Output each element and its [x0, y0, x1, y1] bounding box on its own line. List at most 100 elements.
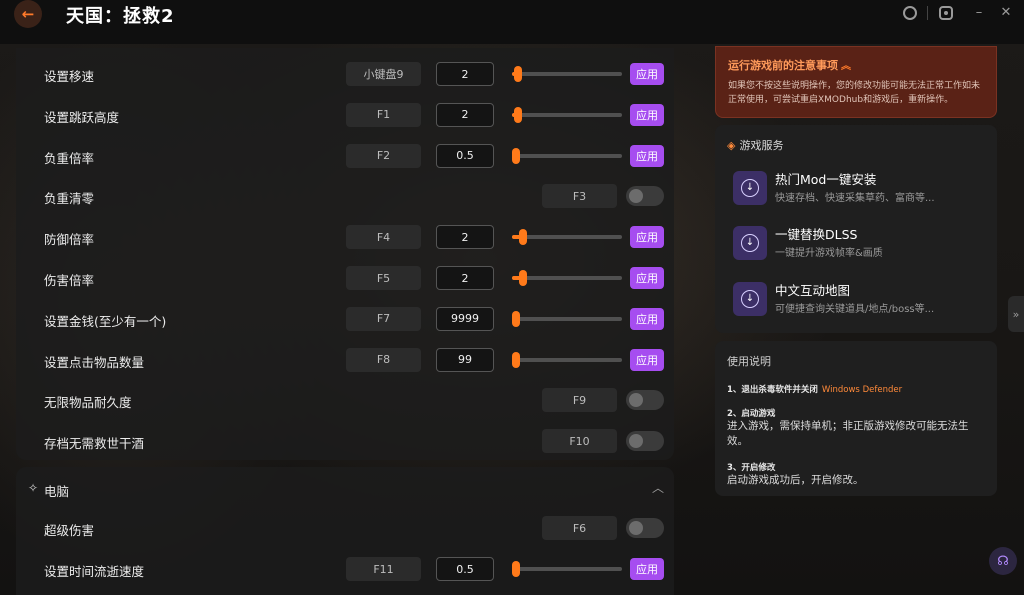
settings-icon[interactable]	[937, 4, 955, 22]
download-icon: ↓	[733, 282, 767, 316]
headset-icon[interactable]: ☊	[989, 547, 1017, 575]
value-input[interactable]: 2	[436, 62, 494, 86]
hotkey-button[interactable]: 小键盘9	[346, 62, 421, 86]
service-desc: 快速存档、快速采集草药、富商等...	[775, 193, 935, 204]
setting-label: 防御倍率	[44, 232, 95, 248]
apply-button[interactable]: 应用	[630, 558, 664, 580]
setting-label: 设置时间流逝速度	[44, 564, 145, 579]
slider-thumb[interactable]	[519, 270, 527, 286]
setting-label: 设置点击物品数量	[44, 354, 145, 370]
apply-button[interactable]: 应用	[630, 63, 664, 85]
close-button[interactable]: ✕	[997, 4, 1015, 22]
notice-title-text: 运行游戏前的注意事项	[728, 59, 838, 72]
service-item[interactable]: ↓ 热门Mod一键安装 快速存档、快速采集草药、富商等...	[733, 169, 983, 209]
usage-step-2: 2、启动游戏	[727, 409, 776, 419]
usage-step-1: 1、退出杀毒软件并关闭 Windows Defender	[727, 383, 985, 395]
setting-row: 设置时间流逝速度 F11 0.5 应用	[16, 555, 674, 585]
value-input[interactable]: 2	[436, 266, 494, 290]
apply-button[interactable]: 应用	[630, 103, 664, 126]
slider-track	[512, 357, 622, 362]
usage-step-2-body: 进入游戏，需保持单机；非正版游戏修改可能无法生效。	[727, 420, 969, 447]
value-slider[interactable]	[512, 106, 622, 123]
service-item[interactable]: ↓ 一键替换DLSS 一键提升游戏帧率&画质	[733, 224, 983, 264]
value-slider[interactable]	[512, 270, 622, 286]
apply-button[interactable]: 应用	[630, 226, 664, 249]
services-title: 游戏服务	[739, 139, 784, 152]
value-input[interactable]: 9999	[436, 306, 494, 331]
service-title: 中文互动地图	[775, 283, 851, 298]
app-title: 天国：拯救2	[66, 6, 175, 27]
hotkey-button[interactable]: F6	[542, 516, 617, 540]
setting-row: 伤害倍率 F5 2 应用	[16, 264, 674, 294]
hotkey-button[interactable]: F8	[346, 347, 421, 372]
slider-thumb[interactable]	[513, 66, 522, 82]
apply-button[interactable]: 应用	[630, 348, 664, 371]
toggle-knob	[629, 189, 643, 204]
toggle-switch[interactable]	[626, 518, 664, 538]
slider-thumb[interactable]	[512, 351, 520, 368]
apply-button[interactable]: 应用	[630, 307, 664, 330]
slider-thumb[interactable]	[512, 147, 520, 164]
value-input[interactable]: 2	[436, 225, 494, 250]
toggle-switch[interactable]	[626, 431, 664, 452]
value-slider[interactable]	[512, 310, 622, 327]
slider-thumb[interactable]	[512, 561, 520, 577]
setting-row: 存档无需救世干酒 F10	[16, 427, 674, 457]
setting-row: 设置金钱(至少有一个) F7 9999 应用	[16, 305, 674, 335]
apply-button[interactable]: 应用	[630, 144, 664, 167]
hotkey-button[interactable]: F2	[346, 143, 421, 168]
hotkey-button[interactable]: F9	[542, 388, 617, 413]
hotkey-button[interactable]: F4	[346, 225, 421, 250]
slider-track	[512, 316, 622, 321]
setting-row: 超级伤害 F6	[16, 514, 674, 544]
usage-title: 使用说明	[727, 355, 771, 368]
setting-row: 负重倍率 F2 0.5 应用	[16, 142, 674, 172]
toggle-knob	[629, 521, 643, 535]
value-slider[interactable]	[512, 147, 622, 164]
section-header[interactable]: ✧ 电脑 ︿	[16, 467, 674, 511]
divider	[927, 6, 928, 20]
value-slider[interactable]	[512, 351, 622, 368]
setting-label: 超级伤害	[44, 523, 95, 538]
hotkey-button[interactable]: F10	[542, 429, 617, 454]
setting-label: 设置移速	[44, 69, 95, 84]
usage-card: 使用说明 1、退出杀毒软件并关闭 Windows Defender 2、启动游戏 …	[715, 341, 997, 496]
hotkey-button[interactable]: F5	[346, 266, 421, 290]
toggle-switch[interactable]	[626, 186, 664, 207]
hotkey-button[interactable]: F3	[542, 184, 617, 209]
value-input[interactable]: 2	[436, 102, 494, 127]
minimize-button[interactable]: –	[970, 4, 988, 22]
setting-row: 设置移速 小键盘9 2 应用	[16, 60, 674, 90]
value-slider[interactable]	[512, 229, 622, 246]
service-desc: 可便捷查询关键道具/地点/boss等...	[775, 304, 935, 315]
notice-body: 如果您不按这些说明操作，您的修改功能可能无法正常工作如未正常使用，可尝试重启XM…	[728, 81, 981, 105]
slider-thumb[interactable]	[519, 229, 527, 246]
notice-title[interactable]: 运行游戏前的注意事项 ︽	[728, 57, 984, 73]
setting-row: 设置点击物品数量 F8 99 应用	[16, 346, 674, 376]
hotkey-button[interactable]: F7	[346, 306, 421, 331]
service-item[interactable]: ↓ 中文互动地图 可便捷查询关键道具/地点/boss等...	[733, 280, 983, 320]
pc-section-panel: ✧ 电脑 ︿ 超级伤害 F6 设置时间流逝速度 F11 0.5 应用	[16, 467, 674, 595]
slider-thumb[interactable]	[513, 106, 522, 123]
chevron-up-icon[interactable]: ︽	[841, 61, 851, 72]
slider-thumb[interactable]	[512, 310, 520, 327]
back-button[interactable]: ←	[14, 0, 42, 28]
value-slider[interactable]	[512, 561, 622, 577]
value-input[interactable]: 99	[436, 347, 494, 372]
step-highlight: Windows Defender	[821, 385, 903, 395]
notice-card: 运行游戏前的注意事项 ︽ 如果您不按这些说明操作，您的修改功能可能无法正常工作如未…	[715, 46, 997, 118]
user-icon[interactable]	[901, 4, 919, 22]
expand-panel-button[interactable]: »	[1008, 296, 1024, 332]
chevron-up-icon[interactable]: ︿	[652, 479, 664, 496]
value-input[interactable]: 0.5	[436, 143, 494, 168]
toggle-knob	[629, 434, 643, 449]
value-slider[interactable]	[512, 66, 622, 82]
apply-button[interactable]: 应用	[630, 267, 664, 289]
hotkey-button[interactable]: F11	[346, 557, 421, 581]
hotkey-button[interactable]: F1	[346, 102, 421, 127]
value-input[interactable]: 0.5	[436, 557, 494, 581]
setting-row: 负重清零 F3	[16, 182, 674, 212]
toggle-switch[interactable]	[626, 390, 664, 411]
setting-row: 设置跳跃高度 F1 2 应用	[16, 101, 674, 131]
wand-icon: ✧	[28, 481, 39, 495]
